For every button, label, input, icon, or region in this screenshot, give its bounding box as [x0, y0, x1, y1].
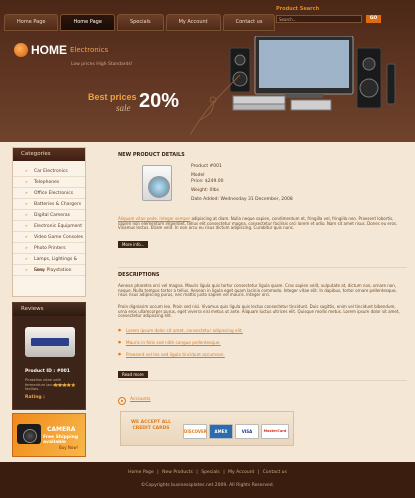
tagline: Low prices High Standards! — [71, 62, 133, 67]
description-links: Lorem ipsum dolor sit amet, consectetur … — [118, 328, 406, 364]
read-more-button[interactable]: Read more — [118, 371, 148, 378]
category-item[interactable]: Car Electronics — [13, 166, 85, 177]
electronics-hero-image — [229, 36, 396, 111]
footer: Home Page | New Products | Specials | My… — [0, 462, 415, 498]
nav-my-account[interactable]: My Account — [165, 14, 221, 31]
category-item[interactable]: Photo Printers — [13, 243, 85, 254]
visa-card-icon: VISA — [235, 424, 259, 439]
promo-best-prices: Best prices — [88, 92, 137, 102]
reviews-title: Reviews — [21, 306, 44, 312]
product-search-title: Product Search — [276, 6, 320, 12]
footer-link-my-account[interactable]: My Account — [226, 470, 256, 475]
nav-contact-us[interactable]: Contact us — [222, 14, 276, 31]
camera-buy-now-link[interactable]: Buy Now! — [59, 445, 78, 450]
footer-links: Home Page | New Products | Specials | My… — [126, 470, 289, 475]
footer-link-new-products[interactable]: New Products — [160, 470, 195, 475]
category-item[interactable]: Video Game Consoles — [13, 232, 85, 243]
reviews-box: Reviews Product ID : #001 Phasellus vita… — [12, 302, 86, 410]
washer-door-icon — [148, 176, 170, 198]
reviews-header: Reviews — [13, 303, 85, 316]
footer-link-home[interactable]: Home Page — [126, 470, 156, 475]
main-content: NEW PRODUCT DETAILS Product #001 Model P… — [112, 147, 407, 457]
review-product-id: Product ID : #001 — [25, 369, 70, 374]
camera-ad-title: CAMERA — [47, 426, 76, 433]
more-info-button[interactable]: More info... — [118, 241, 149, 248]
review-product-image[interactable] — [25, 327, 75, 357]
camera-lens-icon — [23, 429, 37, 443]
categories-box: Categories Car Electronics Telephones Of… — [12, 147, 86, 297]
description-paragraph-2: Proin dignissim accum leo. Proin sed nis… — [118, 304, 400, 319]
new-product-heading: NEW PRODUCT DETAILS — [118, 152, 185, 158]
product-info: Product #001 Model Price: $249.00 Weight… — [191, 164, 293, 203]
floral-ornament — [189, 74, 241, 136]
search-go-button[interactable]: GO — [366, 15, 381, 23]
review-product-screen — [31, 338, 69, 346]
product-description: Aliquam vitae pede. Integer semper adipi… — [118, 216, 406, 231]
logo[interactable]: HOME Electronics — [14, 43, 108, 57]
accounts-icon — [118, 397, 126, 405]
divider — [118, 267, 407, 268]
divider — [118, 380, 407, 381]
promo-percent: 20% — [139, 90, 180, 112]
we-accept-text: WE ACCEPT ALL CREDIT CARDS — [131, 420, 171, 431]
footer-link-specials[interactable]: Specials — [199, 470, 222, 475]
review-rating-label: Rating : — [25, 395, 45, 400]
category-item[interactable]: Batteries & Chargers — [13, 199, 85, 210]
descriptions-heading: DESCRIPTIONS — [118, 272, 160, 278]
categories-header: Categories — [13, 148, 85, 161]
category-item[interactable]: Digital Cameras — [13, 210, 85, 221]
description-link[interactable]: Lorem ipsum dolor sit amet, consectetur … — [118, 328, 406, 340]
credit-cards-banner: WE ACCEPT ALL CREDIT CARDS DISCOVER AMEX… — [120, 411, 294, 446]
nav-home-page-active[interactable]: Home Page — [60, 14, 115, 31]
top-navigation: Home Page Home Page Specials My Account … — [4, 14, 276, 31]
amex-card-icon: AMEX — [209, 424, 233, 439]
washing-machine-image[interactable] — [142, 165, 172, 201]
categories-title: Categories — [21, 151, 51, 157]
categories-list: Car Electronics Telephones Office Electr… — [13, 166, 85, 276]
rating-stars-icon: ★★★★★ — [53, 382, 76, 389]
category-item[interactable]: Telephones — [13, 177, 85, 188]
nav-home-page[interactable]: Home Page — [4, 14, 59, 31]
camera-ad-subtitle: Free Shipping available — [43, 435, 79, 445]
camera-ad-banner[interactable]: CAMERA Free Shipping available Buy Now! — [12, 413, 86, 457]
product-search: Product Search Search... GO — [276, 6, 381, 26]
category-item[interactable]: Office Electronics — [13, 188, 85, 199]
copyright: ©Copyrights businessplates.net 2009. All… — [140, 483, 275, 488]
mastercard-card-icon: MasterCard — [261, 424, 289, 439]
logo-mark-icon — [14, 43, 28, 57]
search-input[interactable]: Search... — [276, 15, 362, 23]
description-link[interactable]: Mauris in felis sed nibh congue pellente… — [118, 340, 406, 352]
promo-sale: sale — [116, 103, 131, 113]
description-paragraph-1: Aenean pharetra orci vel magna. Mauris l… — [118, 283, 397, 298]
product-date-added: Date Added: Wednesday 31 December, 2008 — [191, 197, 293, 202]
category-item[interactable]: Sony Playstation — [13, 265, 85, 276]
logo-home-text: HOME — [31, 43, 67, 57]
discover-card-icon: DISCOVER — [183, 424, 207, 439]
logo-electronics-text: Electronics — [70, 46, 109, 54]
nav-specials[interactable]: Specials — [116, 14, 164, 31]
footer-link-contact-us[interactable]: Contact us — [261, 470, 289, 475]
description-link[interactable]: Praesent vel leo sed ligula tincidunt ac… — [118, 352, 406, 364]
category-item[interactable]: Electronic Equipment — [13, 221, 85, 232]
category-item[interactable]: Lamps, Lightings & Fans — [13, 254, 85, 273]
accounts-link[interactable]: Accounts — [130, 397, 151, 402]
